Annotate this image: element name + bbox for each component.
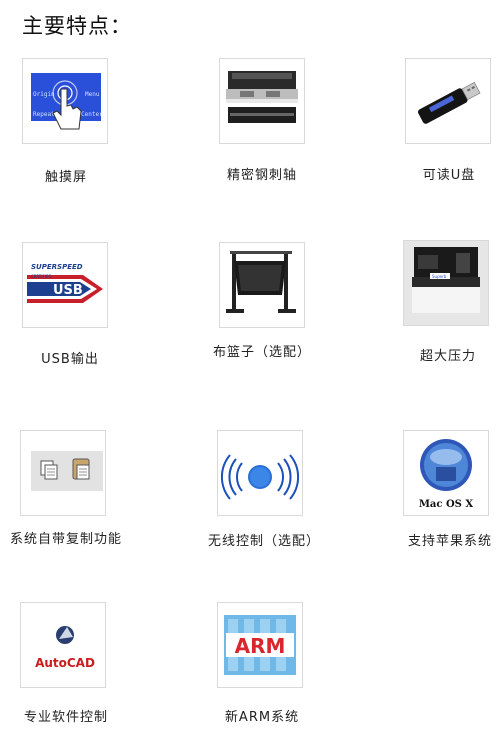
feature-label: 布篮子（选配） bbox=[212, 345, 312, 360]
feature-label: 支持苹果系统 bbox=[407, 534, 493, 549]
wireless-icon bbox=[217, 430, 303, 516]
svg-text:Repeat: Repeat bbox=[33, 111, 55, 118]
svg-text:CERTIFIED: CERTIFIED bbox=[31, 274, 52, 279]
basket-stand-icon bbox=[219, 242, 305, 328]
arm-chip-icon: ARM bbox=[217, 602, 303, 688]
feature-label: 新ARM系统 bbox=[224, 710, 300, 725]
mac-os-icon: Mac OS X bbox=[403, 430, 489, 516]
svg-text:Superb: Superb bbox=[432, 274, 447, 279]
feature-label: 触摸屏 bbox=[44, 170, 88, 185]
svg-text:Center: Center bbox=[81, 111, 103, 118]
feature-label: 精密钢刺轴 bbox=[226, 168, 298, 183]
feature-label: 无线控制（选配） bbox=[207, 534, 321, 549]
usb-drive-icon bbox=[405, 58, 491, 144]
svg-text:ARM: ARM bbox=[235, 634, 286, 658]
feature-label: 可读U盘 bbox=[422, 168, 476, 183]
svg-text:Mac OS X: Mac OS X bbox=[419, 499, 474, 510]
usb-logo-icon: SUPERSPEED CERTIFIED USB bbox=[22, 242, 108, 328]
svg-text:AutoCAD: AutoCAD bbox=[35, 656, 95, 670]
svg-text:USB: USB bbox=[53, 283, 83, 298]
autocad-icon: AutoCAD bbox=[20, 602, 106, 688]
feature-label: 专业软件控制 bbox=[23, 710, 109, 725]
feature-label: USB输出 bbox=[41, 352, 99, 367]
touchscreen-icon: Origin Menu Repeat Center bbox=[22, 58, 108, 144]
feature-label: 系统自带复制功能 bbox=[9, 532, 123, 547]
page-title: 主要特点： bbox=[22, 14, 132, 38]
steel-shaft-icon bbox=[219, 58, 305, 144]
svg-text:Menu: Menu bbox=[85, 91, 100, 98]
svg-text:Origin: Origin bbox=[33, 91, 55, 98]
svg-text:SUPERSPEED: SUPERSPEED bbox=[31, 263, 83, 271]
pressure-icon: Superb bbox=[403, 240, 489, 326]
feature-label: 超大压力 bbox=[419, 349, 477, 364]
copy-icon bbox=[20, 430, 106, 516]
